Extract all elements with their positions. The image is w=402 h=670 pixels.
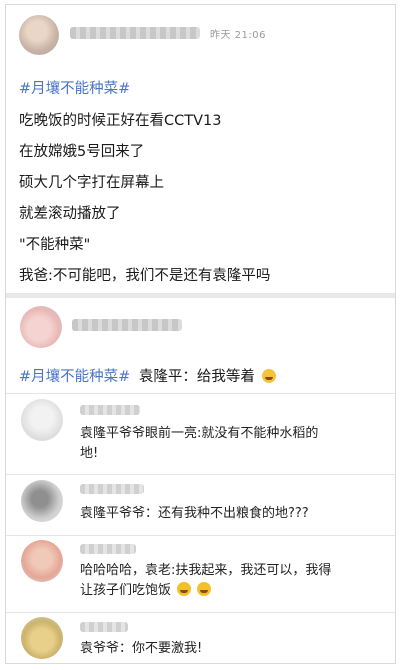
comment-text: 袁隆平爷爷眼前一亮:就没有不能种水稻的 地! — [80, 426, 319, 461]
post-line-1: 吃晚饭的时候正好在看CCTV13 — [19, 113, 222, 129]
post-line-4: 就差滚动播放了 — [19, 206, 121, 222]
commenter-name-blurred[interactable] — [80, 544, 136, 554]
sunglasses-emoji-icon — [261, 369, 276, 383]
replier-avatar[interactable] — [20, 306, 62, 348]
commenter-name-blurred[interactable] — [80, 484, 144, 494]
post-line-6: 我爸:不可能吧，我们不是还有袁隆平吗 — [19, 268, 271, 284]
post-topic-hashtag[interactable]: #月壤不能种菜# — [19, 79, 130, 99]
reply-text: 袁隆平：给我等着 — [138, 369, 255, 385]
comment-item: 袁隆平爷爷眼前一亮:就没有不能种水稻的 地! — [6, 394, 395, 474]
post-line-5: "不能种菜" — [19, 237, 91, 253]
comment-text: 袁爷爷：你不要激我! — [80, 641, 203, 656]
comment-text: 袁隆平爷爷：还有我种不出粮食的地??? — [80, 506, 309, 521]
grin-emoji-icon — [177, 582, 192, 596]
post-line-2: 在放嫦娥5号回来了 — [19, 144, 145, 160]
grin-emoji-icon — [197, 582, 212, 596]
post-line-3: 硕大几个字打在屏幕上 — [19, 175, 164, 191]
comment-item: 袁爷爷：你不要激我! — [6, 613, 395, 663]
commenter-avatar[interactable] — [21, 480, 63, 522]
commenter-name-blurred[interactable] — [80, 622, 128, 632]
poster-avatar[interactable] — [19, 15, 59, 55]
commenter-avatar[interactable] — [21, 617, 63, 659]
comment-item: 袁隆平爷爷：还有我种不出粮食的地??? — [6, 475, 395, 535]
replier-name-blurred[interactable] — [72, 319, 182, 331]
comment-text: 哈哈哈哈，袁老:扶我起来，我还可以，我得 让孩子们吃饱饭 — [80, 563, 332, 598]
commenter-avatar[interactable] — [21, 399, 63, 441]
reply-topic-hashtag[interactable]: #月壤不能种菜# — [19, 369, 130, 385]
commenter-name-blurred[interactable] — [80, 405, 140, 415]
comment-item: 哈哈哈哈，袁老:扶我起来，我还可以，我得 让孩子们吃饱饭 — [6, 536, 395, 616]
original-post: 昨天 21:06 #月壤不能种菜# 吃晚饭的时候正好在看CCTV13 在放嫦娥5… — [6, 5, 395, 292]
poster-name-blurred[interactable] — [70, 27, 200, 39]
reply-post: #月壤不能种菜# 袁隆平：给我等着 — [6, 298, 395, 393]
weibo-thread: 昨天 21:06 #月壤不能种菜# 吃晚饭的时候正好在看CCTV13 在放嫦娥5… — [5, 4, 396, 664]
post-time: 昨天 21:06 — [210, 30, 266, 41]
commenter-avatar[interactable] — [21, 540, 63, 582]
